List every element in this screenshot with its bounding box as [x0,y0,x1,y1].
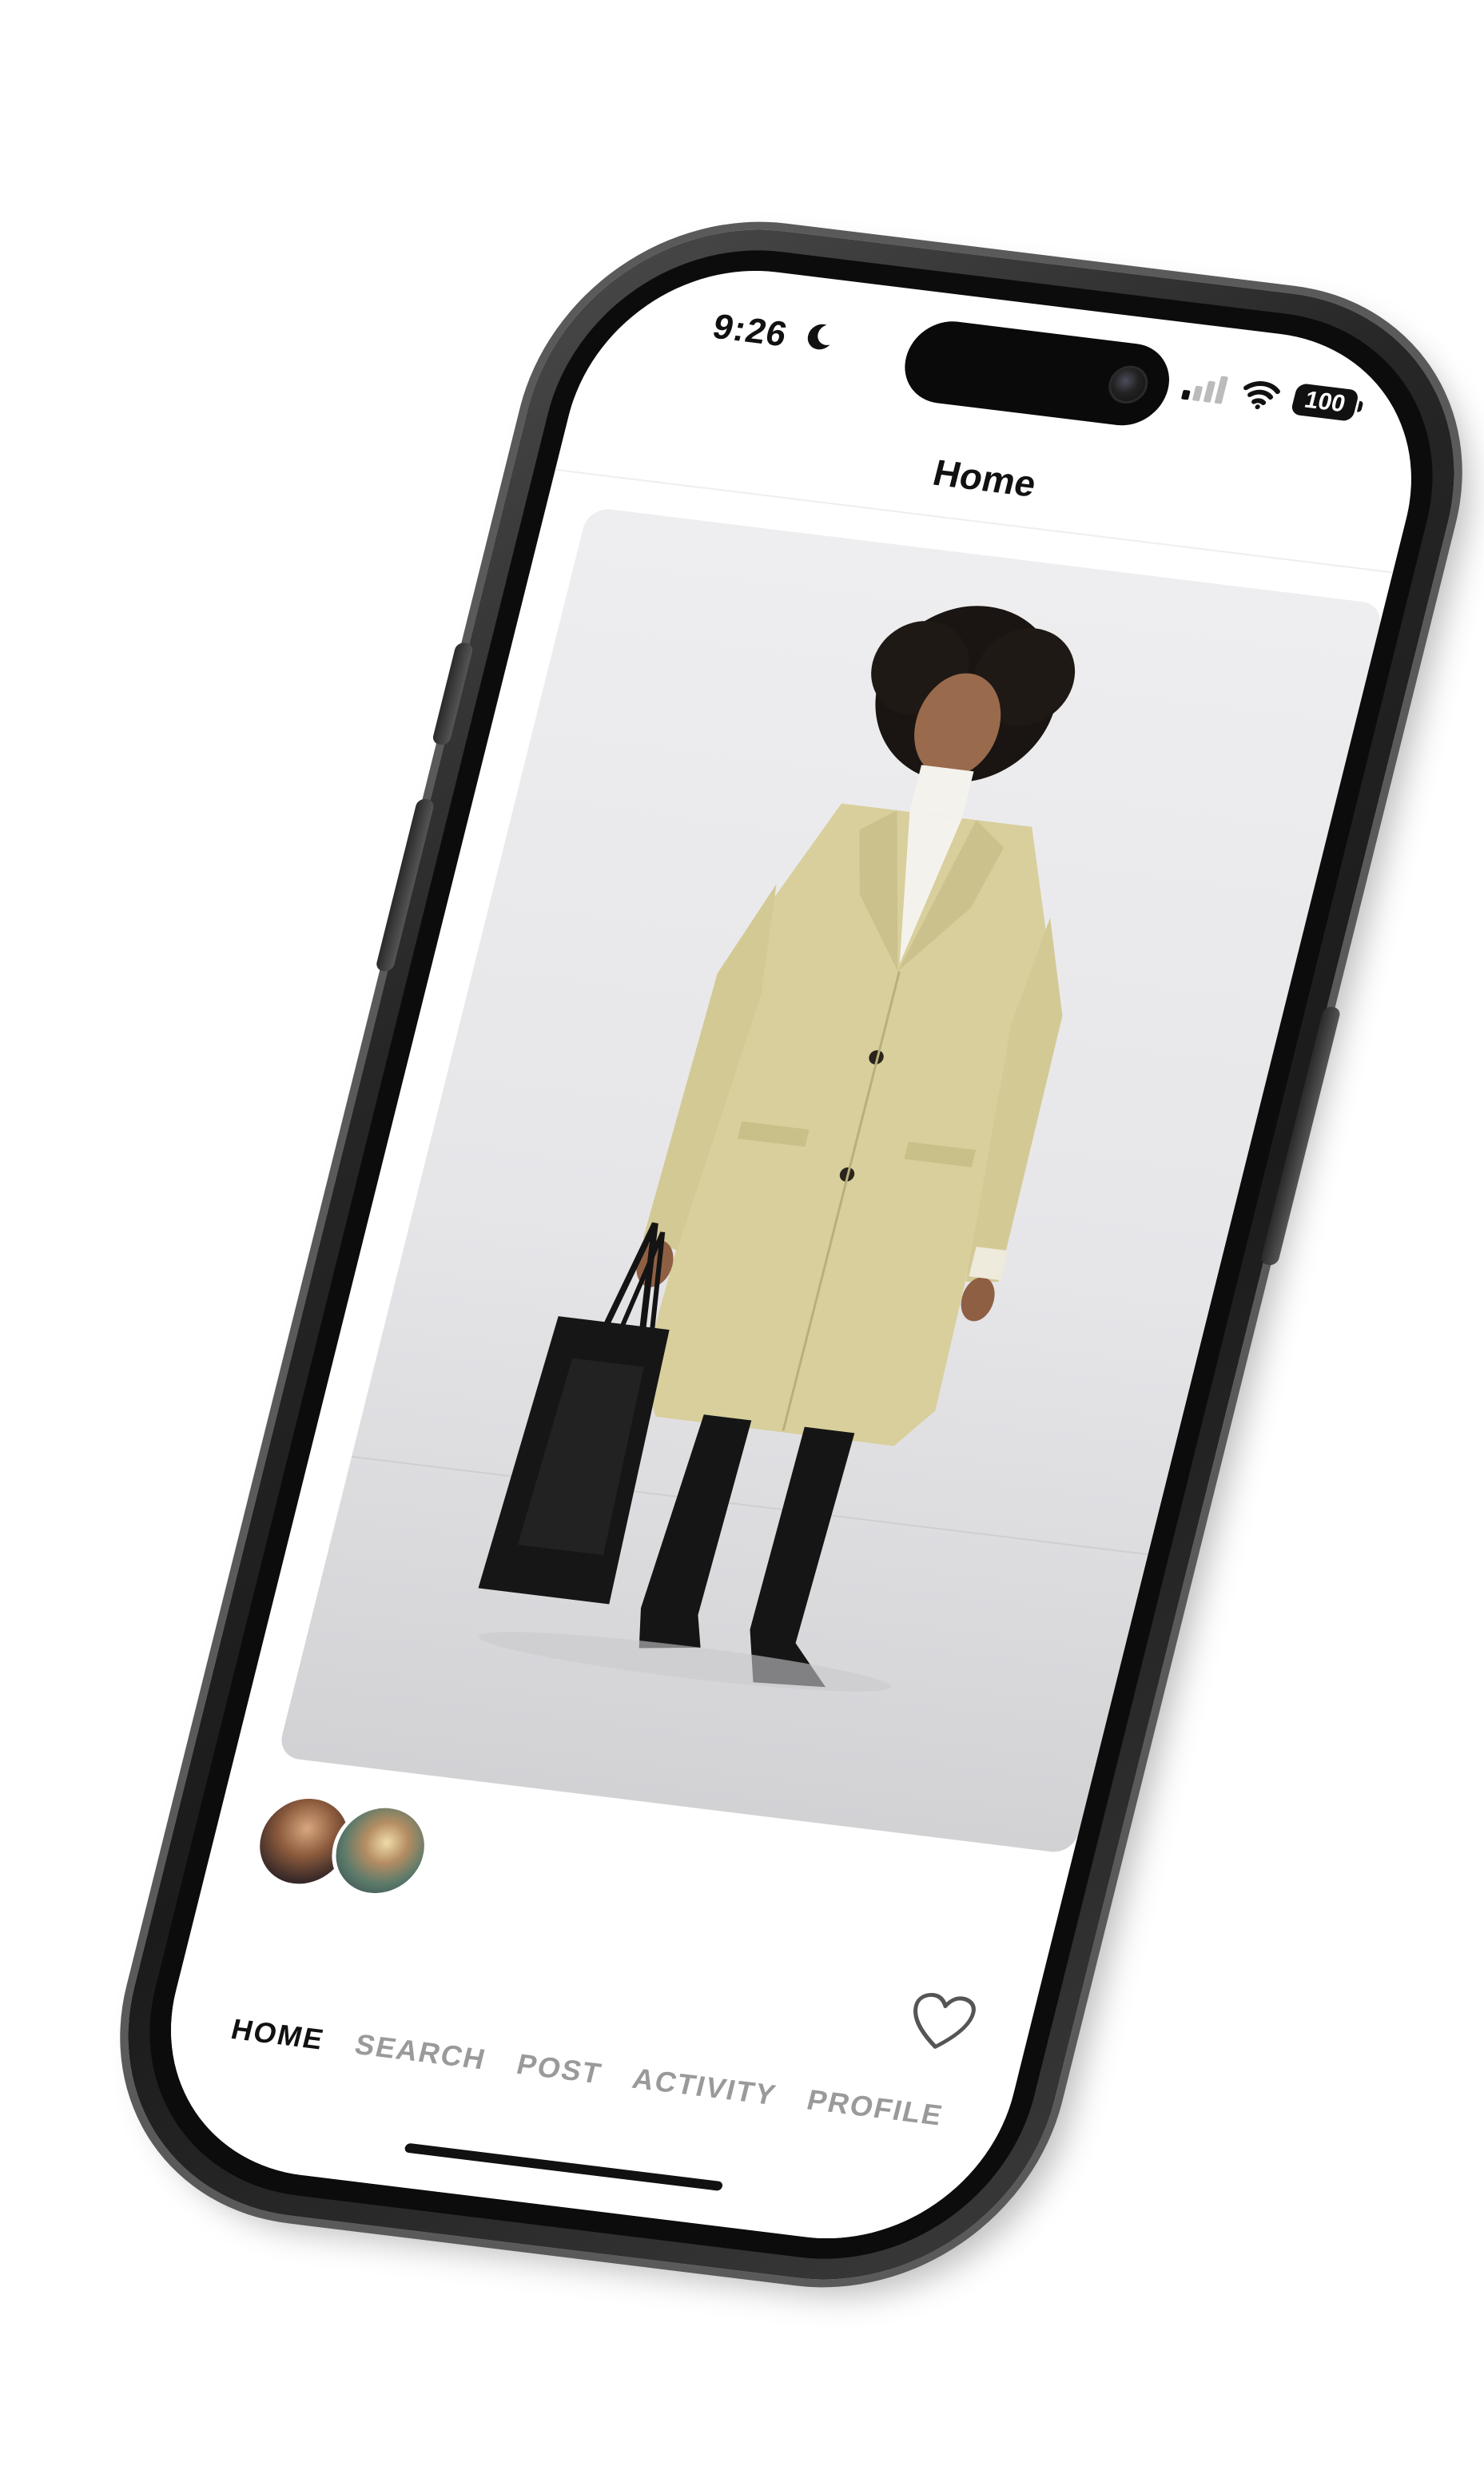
dynamic-island [896,316,1179,431]
home-indicator[interactable] [404,2142,724,2192]
signal-icon [1181,376,1228,404]
page-title: Home [929,451,1041,505]
tab-profile[interactable]: PROFILE [804,2083,947,2133]
heart-icon[interactable] [902,1990,980,2055]
tab-post[interactable]: POST [513,2047,606,2090]
status-icons: 100 [1179,369,1360,422]
moon-icon [807,324,830,350]
tab-activity[interactable]: ACTIVITY [629,2062,780,2112]
front-camera [1104,363,1152,406]
battery-icon: 100 [1290,383,1360,422]
tab-search[interactable]: SEARCH [352,2027,490,2076]
battery-level: 100 [1302,386,1348,418]
liked-by-avatars[interactable] [244,1789,439,1911]
tab-home[interactable]: HOME [228,2012,328,2056]
phone-device: 9:26 100 Home HOME SEARCH POST ACTIVITY … [83,205,1484,2304]
product-mockup: 9:26 100 Home HOME SEARCH POST ACTIVITY … [0,0,1484,2474]
wifi-icon [1243,381,1280,410]
home-feed[interactable] [180,472,1392,2078]
status-time: 9:26 [709,307,792,355]
